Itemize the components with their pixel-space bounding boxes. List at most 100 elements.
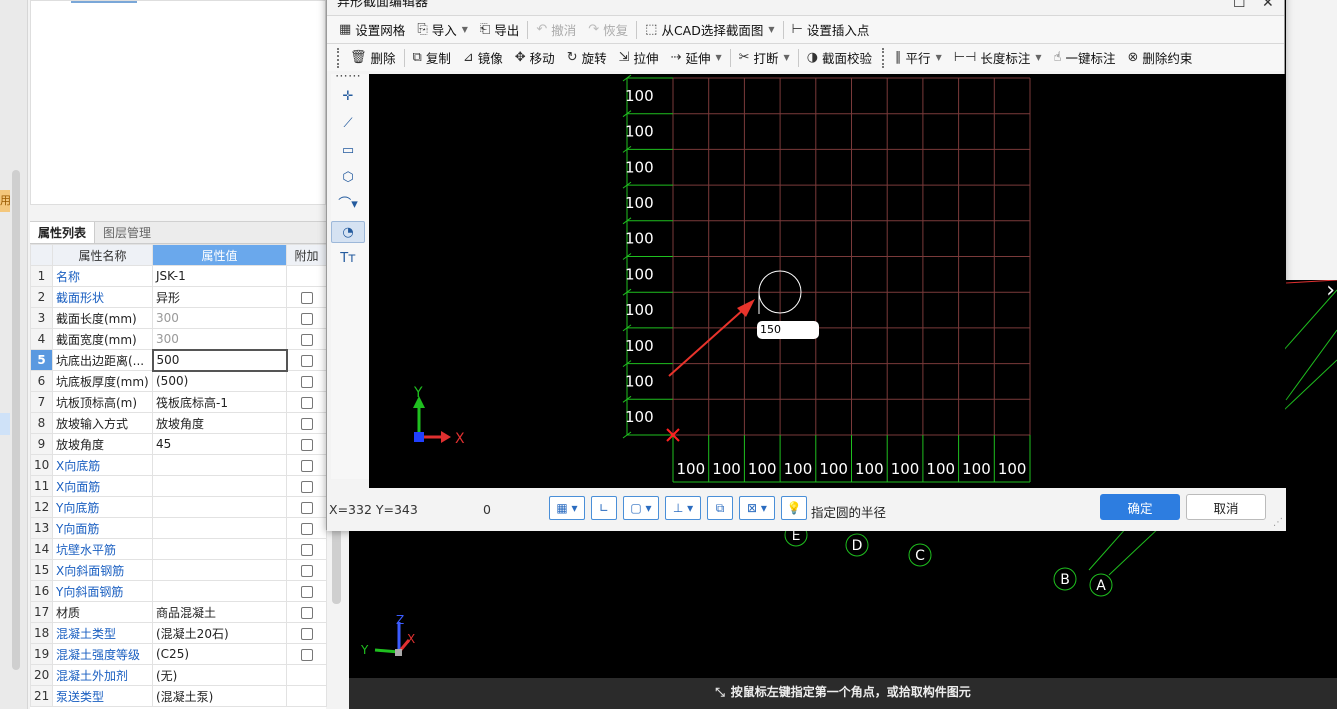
extra-checkbox[interactable] xyxy=(300,438,313,451)
property-value[interactable]: (500) xyxy=(152,370,287,392)
property-value[interactable] xyxy=(152,580,287,602)
property-value[interactable]: (混凝土泵) xyxy=(152,685,287,707)
table-row[interactable]: 18 混凝土类型 (混凝土20石) xyxy=(30,622,327,644)
toolbar-auto-dimension-button[interactable]: ☝ 一键标注 xyxy=(1048,46,1122,70)
toolbar-delete-constraint-button[interactable]: ⊗ 删除约束 xyxy=(1121,46,1198,70)
resize-grip-icon[interactable]: ⋰ xyxy=(1273,517,1283,528)
extra-cell[interactable] xyxy=(286,496,327,518)
toolbar-redo-button[interactable]: ↷ 恢复 xyxy=(582,18,634,42)
property-value[interactable]: 放坡角度 xyxy=(152,412,287,434)
property-value[interactable]: (混凝土20石) xyxy=(152,622,287,644)
table-row[interactable]: 19 混凝土强度等级 (C25) xyxy=(30,643,327,665)
toolbar-delete-button[interactable]: 🗑 删除 xyxy=(344,46,402,70)
extra-cell[interactable] xyxy=(286,643,327,665)
extra-checkbox[interactable] xyxy=(300,375,313,388)
extra-checkbox[interactable] xyxy=(300,312,313,325)
toolbar-break-button[interactable]: ✂ 打断 ▼ xyxy=(733,46,796,70)
property-value[interactable]: (无) xyxy=(152,664,287,686)
table-row[interactable]: 13 Y向面筋 xyxy=(30,517,327,539)
extra-cell[interactable] xyxy=(286,538,327,560)
ok-button[interactable]: 确定 xyxy=(1100,494,1180,520)
property-value[interactable]: 300 xyxy=(152,328,287,350)
toolbar-parallel-button[interactable]: ∥ 平行 ▼ xyxy=(889,46,948,70)
extra-cell[interactable] xyxy=(286,622,327,644)
extra-cell[interactable] xyxy=(286,454,327,476)
table-row[interactable]: 12 Y向底筋 xyxy=(30,496,327,518)
line-tool-icon[interactable]: ⟋ xyxy=(331,113,365,135)
toolbar-check-button[interactable]: ◑ 截面校验 xyxy=(801,46,878,70)
chevron-down-icon[interactable]: ▼ xyxy=(768,25,774,34)
toolbar-stretch-button[interactable]: ⇲ 拉伸 xyxy=(613,46,665,70)
table-row[interactable]: 15 X向斜面钢筋 xyxy=(30,559,327,581)
cancel-button[interactable]: 取消 xyxy=(1186,494,1266,520)
extra-cell[interactable] xyxy=(286,328,327,350)
toolbar-extend-button[interactable]: ⇢ 延伸 ▼ xyxy=(665,46,728,70)
axis-bubble-B[interactable]: B xyxy=(1053,567,1077,591)
toolbar-dimension-button[interactable]: ⊢⊣ 长度标注 ▼ xyxy=(948,46,1048,70)
extra-cell[interactable] xyxy=(286,307,327,329)
extra-checkbox[interactable] xyxy=(300,480,313,493)
extra-checkbox[interactable] xyxy=(300,354,313,367)
axis-bubble-C[interactable]: C xyxy=(908,543,932,567)
table-row[interactable]: 11 X向面筋 xyxy=(30,475,327,497)
table-row[interactable]: 14 坑壁水平筋 xyxy=(30,538,327,560)
extra-cell[interactable] xyxy=(286,391,327,413)
extra-cell[interactable] xyxy=(286,517,327,539)
extra-checkbox[interactable] xyxy=(300,396,313,409)
section-canvas[interactable]: 100 100 100 100 100 100 100 100 100 100 100 100 100 1… xyxy=(369,74,1285,488)
toolbar-move-button[interactable]: ✥ 移动 xyxy=(509,46,561,70)
property-value[interactable]: (C25) xyxy=(152,643,287,665)
property-value[interactable]: 筏板底标高-1 xyxy=(152,391,287,413)
extra-checkbox[interactable] xyxy=(300,606,313,619)
property-value[interactable]: 300 xyxy=(152,307,287,329)
extra-cell[interactable] xyxy=(286,286,327,308)
extra-cell[interactable] xyxy=(286,433,327,455)
table-row[interactable]: 21 泵送类型 (混凝土泵) xyxy=(30,685,327,707)
property-value[interactable]: 异形 xyxy=(152,286,287,308)
extra-checkbox[interactable] xyxy=(300,564,313,577)
table-row[interactable]: 10 X向底筋 xyxy=(30,454,327,476)
extra-checkbox[interactable] xyxy=(300,522,313,535)
property-value[interactable] xyxy=(152,475,287,497)
property-value[interactable]: 商品混凝土 xyxy=(152,601,287,623)
table-row[interactable]: 8 放坡输入方式 放坡角度 xyxy=(30,412,327,434)
property-value[interactable] xyxy=(152,496,287,518)
extra-checkbox[interactable] xyxy=(300,459,313,472)
property-value[interactable] xyxy=(152,538,287,560)
chevron-down-icon[interactable]: ▼ xyxy=(715,53,721,62)
extra-checkbox[interactable] xyxy=(300,543,313,556)
radius-input[interactable]: 150 xyxy=(757,321,819,339)
axis-bubble-D[interactable]: D xyxy=(845,533,869,557)
toolbar-grid-button[interactable]: ▦ 设置网格 xyxy=(333,18,411,42)
tab-layer-management[interactable]: 图层管理 xyxy=(95,222,159,243)
tab-property-list[interactable]: 属性列表 xyxy=(30,222,96,243)
property-value[interactable] xyxy=(152,454,287,476)
grid-snap-icon[interactable]: ▦ ▾ xyxy=(549,496,585,520)
property-value[interactable]: 45 xyxy=(152,433,287,455)
extra-checkbox[interactable] xyxy=(300,627,313,640)
chevron-right-icon[interactable]: › xyxy=(1326,278,1335,303)
property-value[interactable] xyxy=(152,517,287,539)
maximize-icon[interactable]: ☐ xyxy=(1233,0,1246,15)
property-value[interactable]: JSK-1 xyxy=(152,265,287,287)
table-row[interactable]: 6 坑底板厚度(mm) (500) xyxy=(30,370,327,392)
table-row[interactable]: 7 坑板顶标高(m) 筏板底标高-1 xyxy=(30,391,327,413)
circle-tool-icon[interactable]: ◔ xyxy=(331,221,365,243)
toolbar-cad-select-button[interactable]: ⬚ 从CAD选择截面图 ▼ xyxy=(639,18,780,42)
view-toggle-icon[interactable]: ⊠ ▾ xyxy=(739,496,775,520)
rectangle-tool-icon[interactable]: ▭ xyxy=(331,140,365,162)
close-icon[interactable]: ✕ xyxy=(1262,0,1274,15)
side-tag[interactable]: 用 xyxy=(0,190,10,212)
extra-cell[interactable] xyxy=(286,601,327,623)
table-row[interactable]: 9 放坡角度 45 xyxy=(30,433,327,455)
object-snap-icon[interactable]: ⧉ xyxy=(707,496,733,520)
axis-bubble-A[interactable]: A xyxy=(1089,573,1113,597)
point-tool-icon[interactable]: ✛ xyxy=(331,86,365,108)
extra-checkbox[interactable] xyxy=(300,417,313,430)
property-value[interactable] xyxy=(152,559,287,581)
dialog-titlebar[interactable]: 异形截面编辑器 ☐ ✕ xyxy=(327,0,1284,15)
chevron-down-icon[interactable]: ▼ xyxy=(1035,53,1041,62)
table-row[interactable]: 17 材质 商品混凝土 xyxy=(30,601,327,623)
toolbar-export-button[interactable]: ⎗ 导出 xyxy=(474,18,525,42)
text-tool-icon[interactable]: Tт xyxy=(331,248,365,270)
